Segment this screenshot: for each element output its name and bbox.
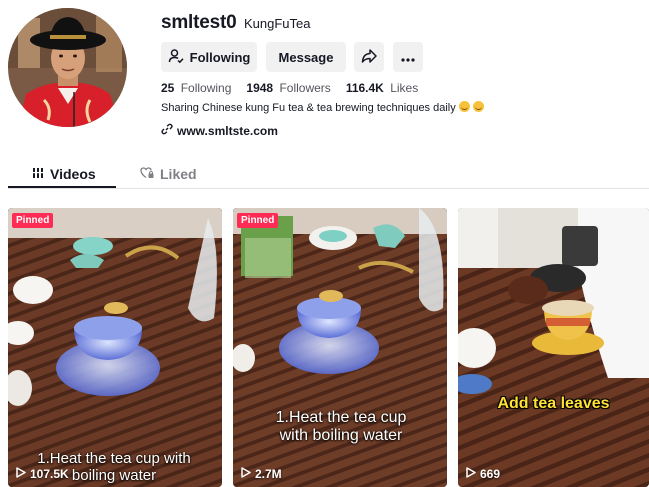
following-button-label: Following (189, 49, 251, 65)
view-count: 2.7M (241, 467, 282, 481)
following-stat-label: Following (180, 81, 232, 95)
view-count-text: 107.5K (30, 467, 69, 481)
smile-emoji-icon (472, 101, 484, 112)
message-button-label: Message (278, 49, 334, 65)
play-icon (241, 467, 251, 481)
video-thumbnail (233, 208, 447, 487)
tab-liked-label: Liked (160, 166, 197, 182)
play-icon (466, 467, 476, 481)
pinned-badge: Pinned (12, 213, 54, 228)
video-caption: 1.Heat the tea cup with boiling water (275, 409, 407, 444)
video-thumbnail (8, 208, 222, 487)
video-caption: Add tea leaves (497, 395, 610, 412)
likes-count: 116.4K (345, 81, 384, 95)
followers-stat-label: Followers (279, 81, 331, 95)
video-card[interactable]: Pinned 1.Heat the tea cup with boiling w… (233, 208, 447, 487)
likes-stat: 116.4K Likes (346, 81, 418, 95)
share-button[interactable] (354, 42, 384, 72)
following-button[interactable]: Following (161, 42, 257, 72)
message-button[interactable]: Message (266, 42, 346, 72)
profile-tabs: Videos Liked (8, 160, 649, 190)
following-count: 25 (161, 81, 175, 95)
view-count-text: 2.7M (255, 467, 282, 481)
view-count: 107.5K (16, 467, 69, 481)
profile-stats: 25 Following 1948 Followers 116.4K Likes (161, 81, 418, 95)
view-count-text: 669 (480, 467, 501, 481)
profile-link-text: www.smltste.com (177, 123, 278, 138)
heart-lock-icon (140, 166, 154, 182)
profile-nickname: KungFuTea (244, 16, 311, 31)
likes-stat-label: Likes (390, 81, 419, 95)
profile-username: smltest0 (161, 12, 237, 33)
pinned-badge: Pinned (237, 213, 279, 228)
more-dots-icon (401, 50, 415, 65)
following-stat[interactable]: 25 Following (161, 81, 231, 95)
tab-videos[interactable]: Videos (32, 160, 96, 188)
video-card[interactable]: Add tea leaves 669 (458, 208, 649, 487)
tab-liked[interactable]: Liked (140, 160, 197, 188)
video-card[interactable]: Pinned 1.Heat the tea cup with boiling w… (8, 208, 222, 487)
share-icon (361, 48, 377, 67)
tab-videos-label: Videos (50, 166, 96, 182)
bio-text: Sharing Chinese kung Fu tea & tea brewin… (161, 102, 456, 114)
profile-link[interactable]: www.smltste.com (161, 123, 278, 138)
followers-stat[interactable]: 1948 Followers (246, 81, 330, 95)
more-options-button[interactable] (393, 42, 423, 72)
video-thumbnail (458, 208, 649, 487)
smile-emoji-icon (458, 101, 470, 112)
followers-count: 1948 (246, 81, 274, 95)
play-icon (16, 467, 26, 481)
profile-bio: Sharing Chinese kung Fu tea & tea brewin… (161, 101, 484, 114)
profile-avatar[interactable] (8, 8, 127, 127)
grid-icon (32, 166, 44, 182)
tab-divider (8, 188, 649, 189)
user-check-icon (168, 48, 184, 67)
view-count: 669 (466, 467, 500, 481)
link-icon (161, 123, 173, 138)
